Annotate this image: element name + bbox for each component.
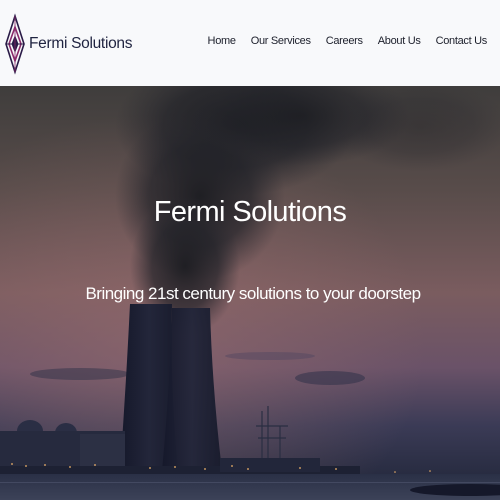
nav-link-home[interactable]: Home: [208, 35, 236, 47]
nav-link-our-services[interactable]: Our Services: [251, 35, 311, 47]
brand[interactable]: Fermi Solutions: [4, 13, 132, 75]
nav-link-contact-us[interactable]: Contact Us: [436, 35, 488, 47]
nav-link-careers[interactable]: Careers: [326, 35, 363, 47]
hero-title: Fermi Solutions: [153, 196, 347, 228]
main-nav: Home Our Services Careers About Us Conta…: [208, 35, 488, 47]
hero-subtitle: Bringing 21st century solutions to your …: [85, 284, 421, 303]
diamond-logo-icon: [5, 13, 25, 75]
hero-section: Fermi Solutions Bringing 21st century so…: [0, 86, 500, 500]
nav-link-about-us[interactable]: About Us: [378, 35, 421, 47]
brand-name: Fermi Solutions: [29, 35, 133, 52]
navbar: Fermi Solutions Home Our Services Career…: [0, 0, 500, 86]
